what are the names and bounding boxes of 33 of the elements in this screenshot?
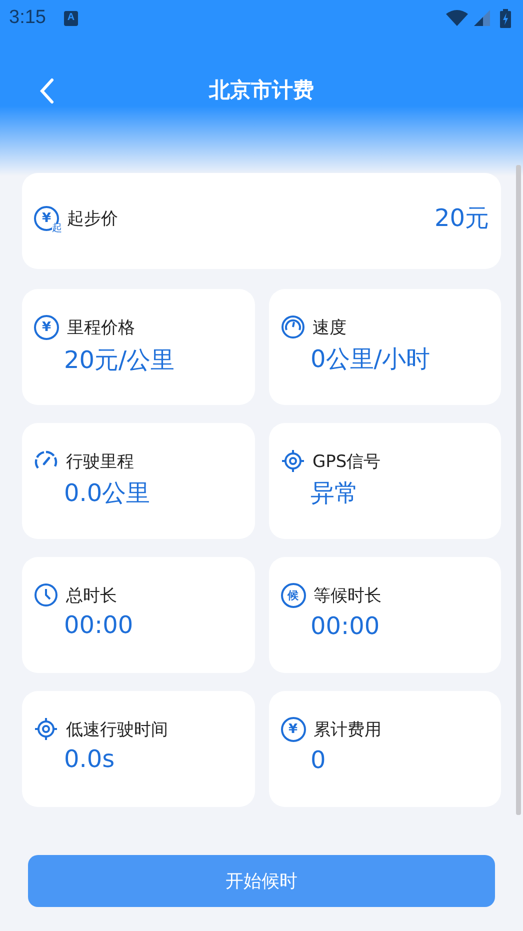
target-icon (280, 449, 304, 473)
card-label: 等候时长 (314, 585, 382, 607)
card-value: 0公里/小时 (310, 344, 431, 375)
status-time: 3:15 (9, 7, 46, 29)
card-value: 20元/公里 (63, 345, 176, 376)
card-value: 0.0s (63, 745, 116, 773)
card-label: 累计费用 (314, 719, 382, 741)
yen-icon: ¥ (34, 315, 59, 340)
wait-icon: 候 (280, 583, 306, 608)
battery-icon (500, 8, 511, 28)
yen-icon: ¥ (280, 717, 306, 742)
card-value: 00:00 (63, 611, 134, 639)
card-value: 异常 (310, 478, 360, 509)
card-value: 0 (310, 746, 327, 774)
card-label: 行驶里程 (66, 450, 134, 472)
card-label: 低速行驶时间 (66, 718, 168, 740)
card-label: GPS信号 (312, 450, 381, 472)
gauge-icon (280, 315, 304, 339)
card-label: 起步价 (67, 208, 118, 230)
back-button[interactable] (40, 78, 54, 104)
card-value: 20元 (434, 203, 489, 234)
wifi-icon (446, 10, 468, 26)
card-label: 总时长 (66, 584, 117, 606)
notification-icon: A (64, 10, 78, 26)
card-value: 0.0公里 (63, 478, 152, 509)
card-label: 速度 (312, 316, 346, 338)
card-value: 00:00 (310, 612, 381, 640)
page-title: 北京市计费 (209, 77, 314, 104)
card-label: 里程价格 (67, 317, 135, 339)
target-icon (34, 717, 58, 741)
start-waiting-button[interactable]: 开始候时 (28, 855, 495, 907)
clock-icon (34, 583, 58, 607)
signal-icon (474, 10, 490, 26)
